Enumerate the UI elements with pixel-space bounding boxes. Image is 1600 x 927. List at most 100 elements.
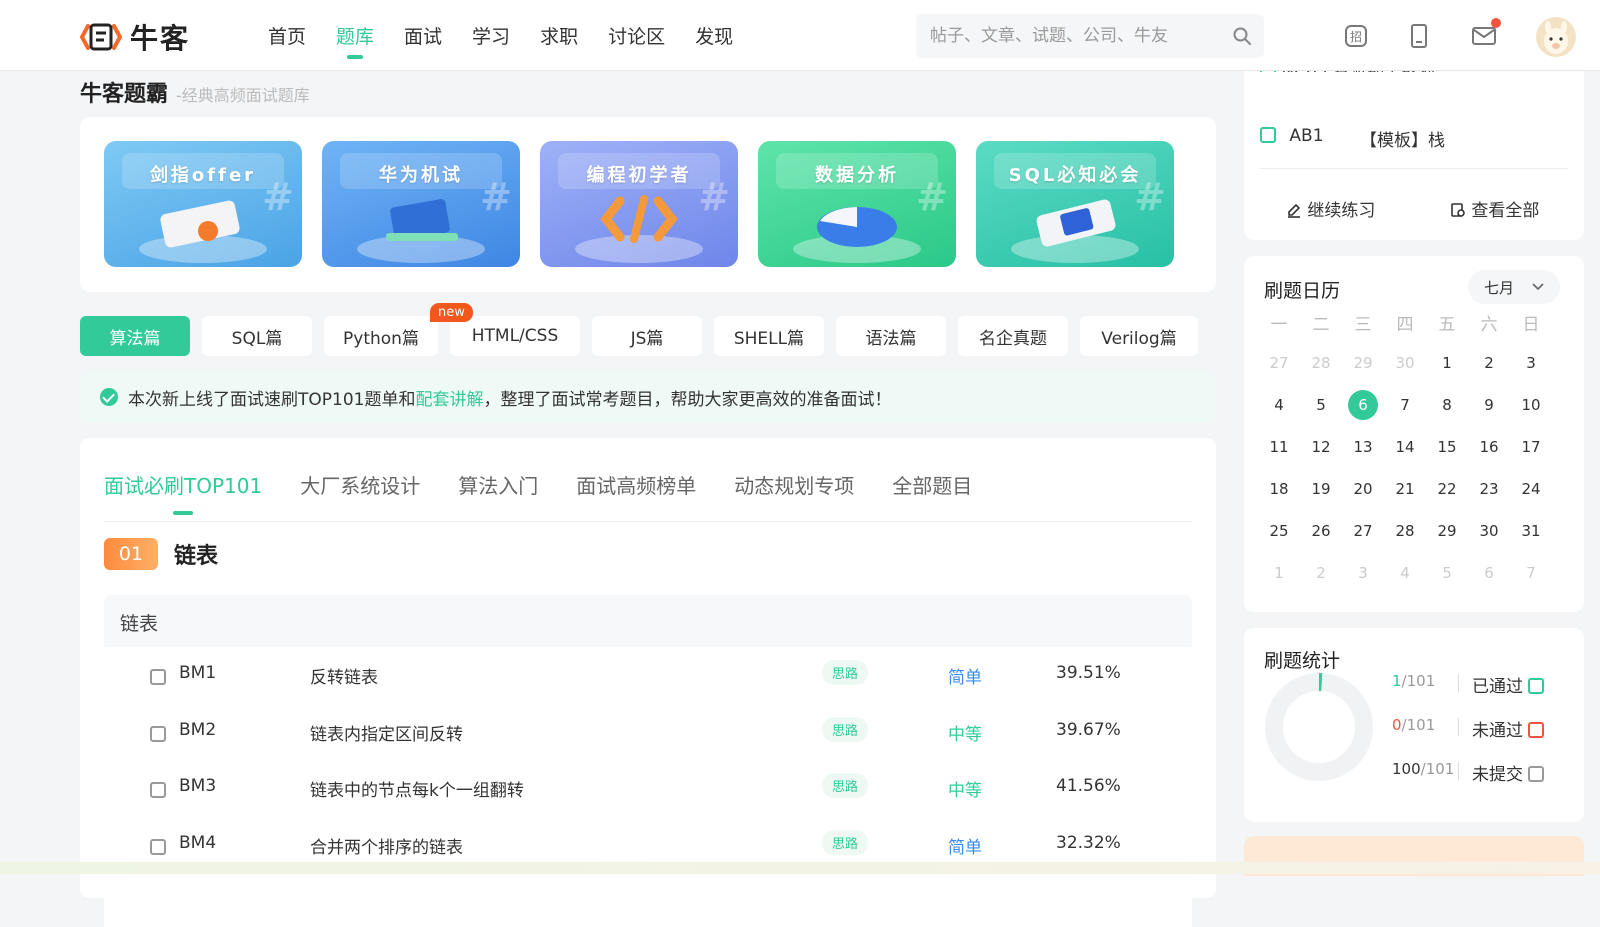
- question-icon: [150, 669, 166, 685]
- nav-question-bank[interactable]: 题库: [336, 22, 374, 59]
- unsubmitted-label-text: 未提交: [1472, 765, 1523, 785]
- stat-passed-value: 1/101: [1392, 672, 1435, 690]
- calendar-day[interactable]: 21: [1390, 474, 1420, 504]
- search-input[interactable]: [916, 25, 1222, 47]
- notice-bar: 本次新上线了面试速刷TOP101题单和 配套讲解 ，整理了面试常考题目，帮助大家…: [80, 372, 1216, 422]
- divider: [1458, 762, 1459, 780]
- calendar-day[interactable]: 12: [1306, 432, 1336, 462]
- calendar-day[interactable]: 31: [1516, 516, 1546, 546]
- hint-tag[interactable]: 思路: [822, 717, 869, 742]
- nav-discuss[interactable]: 讨论区: [608, 22, 665, 49]
- calendar-day[interactable]: 27: [1348, 516, 1378, 546]
- unsubmitted-label: 未提交: [1472, 760, 1545, 785]
- calendar-day[interactable]: 23: [1474, 474, 1504, 504]
- calendar-day[interactable]: 24: [1516, 474, 1546, 504]
- tab-dp[interactable]: 动态规划专项: [734, 470, 854, 499]
- tab-top101[interactable]: 面试必刷TOP101: [104, 470, 262, 515]
- calendar-day[interactable]: 7: [1390, 390, 1420, 420]
- calendar-day[interactable]: 13: [1348, 432, 1378, 462]
- nav-job[interactable]: 求职: [540, 22, 578, 49]
- calendar-day: 4: [1400, 564, 1410, 582]
- category-algorithm[interactable]: 算法篇: [80, 316, 190, 356]
- nav-interview[interactable]: 面试: [404, 22, 442, 49]
- page-subtitle: -经典高频面试题库: [176, 86, 310, 105]
- nav-learn[interactable]: 学习: [472, 22, 510, 49]
- calendar-day[interactable]: 28: [1390, 516, 1420, 546]
- nav-home[interactable]: 首页: [268, 22, 306, 49]
- continue-practice-button[interactable]: 继续练习: [1286, 196, 1375, 221]
- logo[interactable]: 牛客: [80, 17, 190, 57]
- table-row[interactable]: BM2 链表内指定区间反转 思路 中等 39.67%: [104, 704, 1192, 760]
- banner-beginner[interactable]: # 编程初学者: [540, 141, 738, 267]
- category-html-css[interactable]: new HTML/CSS: [430, 303, 580, 356]
- logo-mark-icon: [80, 23, 122, 51]
- category-python[interactable]: Python篇: [324, 316, 438, 356]
- banner-jianzhi-offer[interactable]: # 剑指offer: [104, 141, 302, 267]
- calendar-day[interactable]: 2: [1474, 348, 1504, 378]
- category-verilog[interactable]: Verilog篇: [1080, 316, 1198, 356]
- search-icon[interactable]: [1232, 26, 1252, 46]
- calendar-day[interactable]: 10: [1516, 390, 1546, 420]
- hint-tag[interactable]: 思路: [822, 830, 869, 855]
- passed-count: 1: [1392, 672, 1402, 690]
- nav-discover[interactable]: 发现: [695, 22, 733, 49]
- table-row[interactable]: BM3 链表中的节点每k个一组翻转 思路 中等 41.56%: [104, 760, 1192, 816]
- passed-label-text: 已通过: [1472, 677, 1523, 697]
- calendar-day[interactable]: 8: [1432, 390, 1462, 420]
- hint-tag[interactable]: 思路: [822, 660, 869, 685]
- banner-huawei[interactable]: # 华为机试: [322, 141, 520, 267]
- category-tabs: 算法篇 SQL篇 Python篇 new HTML/CSS JS篇 SHELL篇…: [80, 303, 1198, 356]
- recruit-icon[interactable]: 招: [1342, 22, 1370, 50]
- category-syntax[interactable]: 语法篇: [836, 316, 946, 356]
- calendar-day[interactable]: 29: [1432, 516, 1462, 546]
- calendar-day[interactable]: 15: [1432, 432, 1462, 462]
- banner-title: 剑指offer: [149, 165, 257, 186]
- calendar-day[interactable]: 25: [1264, 516, 1294, 546]
- calendar-day[interactable]: 22: [1432, 474, 1462, 504]
- question-name[interactable]: 合并两个排序的链表: [310, 833, 463, 858]
- calendar-day: 28: [1311, 354, 1331, 372]
- calendar-day[interactable]: 26: [1306, 516, 1336, 546]
- calendar-day[interactable]: 18: [1264, 474, 1294, 504]
- calendar-day[interactable]: 4: [1264, 390, 1294, 420]
- calendar-day[interactable]: 14: [1390, 432, 1420, 462]
- calendar-day[interactable]: 9: [1474, 390, 1504, 420]
- question-name[interactable]: 链表内指定区间反转: [310, 720, 463, 745]
- tab-all[interactable]: 全部题目: [892, 470, 972, 499]
- calendar-day[interactable]: 6: [1348, 390, 1378, 420]
- divider: [1458, 718, 1459, 736]
- tab-high-freq[interactable]: 面试高频榜单: [576, 470, 696, 499]
- mobile-app-icon[interactable]: [1405, 22, 1433, 50]
- calendar-day[interactable]: 17: [1516, 432, 1546, 462]
- banner-data-analysis[interactable]: # 数据分析: [758, 141, 956, 267]
- calendar-day[interactable]: 16: [1474, 432, 1504, 462]
- notice-link[interactable]: 配套讲解: [415, 385, 483, 410]
- tab-algo-intro[interactable]: 算法入门: [458, 470, 538, 499]
- calendar-day[interactable]: 11: [1264, 432, 1294, 462]
- question-name[interactable]: 反转链表: [310, 663, 378, 688]
- question-name[interactable]: 链表中的节点每k个一组翻转: [310, 776, 524, 801]
- hint-tag[interactable]: 思路: [822, 773, 869, 798]
- recent-row[interactable]: AB1 【模板】栈: [1260, 126, 1560, 151]
- view-all-button[interactable]: 查看全部: [1450, 196, 1539, 221]
- category-company[interactable]: 名企真题: [958, 316, 1068, 356]
- table-row[interactable]: BM1 反转链表 思路 简单 39.51%: [104, 647, 1192, 703]
- tab-system-design[interactable]: 大厂系统设计: [300, 470, 420, 499]
- calendar-day[interactable]: 19: [1306, 474, 1336, 504]
- avatar[interactable]: [1536, 17, 1576, 57]
- calendar-day[interactable]: 20: [1348, 474, 1378, 504]
- total-count: /101: [1401, 672, 1436, 690]
- question-list-card: 面试必刷TOP101 大厂系统设计 算法入门 面试高频榜单 动态规划专项 全部题…: [80, 438, 1216, 927]
- calendar-day[interactable]: 1: [1432, 348, 1462, 378]
- category-sql[interactable]: SQL篇: [202, 316, 312, 356]
- month-select[interactable]: 七月: [1468, 270, 1560, 304]
- checkbox-icon: [1260, 127, 1276, 143]
- banner-sql[interactable]: # SQL必知必会: [976, 141, 1174, 267]
- category-js[interactable]: JS篇: [592, 316, 702, 356]
- category-shell[interactable]: SHELL篇: [714, 316, 824, 356]
- calendar-day: 6: [1484, 564, 1494, 582]
- calendar-day[interactable]: 3: [1516, 348, 1546, 378]
- calendar-day[interactable]: 5: [1306, 390, 1336, 420]
- calendar-day[interactable]: 30: [1474, 516, 1504, 546]
- mail-button[interactable]: [1470, 18, 1501, 50]
